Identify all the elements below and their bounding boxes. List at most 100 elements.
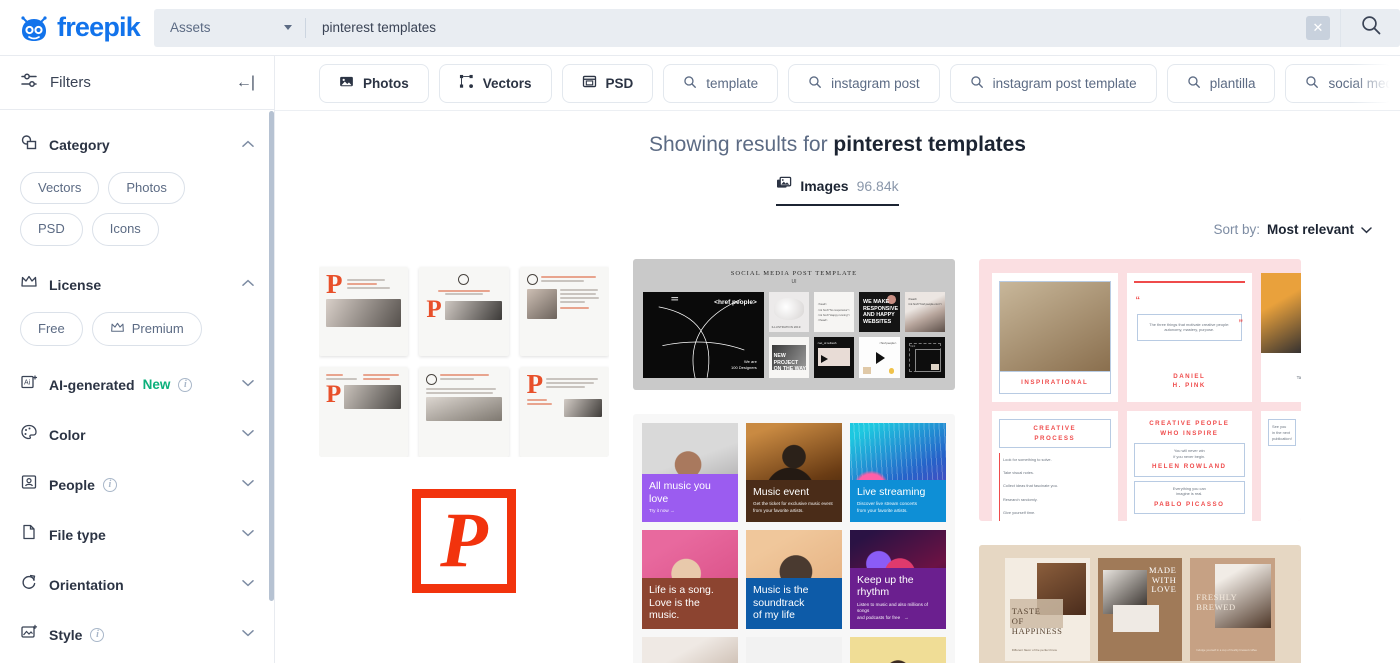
- freepik-robot-icon: [18, 12, 50, 44]
- tab-images[interactable]: Images 96.84k: [776, 175, 899, 206]
- chevron-up-icon: [242, 140, 254, 151]
- sort-control[interactable]: Sort by: Most relevant: [275, 206, 1400, 237]
- pill-icons[interactable]: Icons: [91, 213, 159, 246]
- result-card-orange-p-templates[interactable]: P P P P: [319, 259, 609, 457]
- images-stack-icon: [776, 175, 792, 196]
- filter-group-color-header[interactable]: Color: [20, 410, 254, 460]
- results-header: Showing results for pinterest templates …: [275, 111, 1400, 237]
- filter-group-people-header[interactable]: People i: [20, 460, 254, 510]
- cell-list-item: Give yourself time.: [1003, 509, 1036, 515]
- cell-note: See you in the next publication!: [1272, 424, 1292, 441]
- grid-cell: <href people>: [859, 337, 900, 378]
- filter-group-file-type: File type: [0, 510, 274, 560]
- chip-template[interactable]: template: [663, 63, 779, 103]
- chip-psd[interactable]: PSD: [561, 63, 654, 103]
- music-cell: [850, 636, 946, 663]
- psd-file-icon: [582, 74, 597, 92]
- close-icon[interactable]: ✕: [1306, 15, 1330, 40]
- music-cell-title: Keep up the rhythm: [857, 573, 914, 599]
- coffee-cell-title: MADE WITH LOVE: [1148, 565, 1177, 595]
- search-icon: [970, 75, 984, 92]
- filter-groups: Category Vectors Photos PSD Icons Licens…: [0, 110, 274, 663]
- pill-photos[interactable]: Photos: [108, 172, 185, 205]
- chip-vectors[interactable]: Vectors: [438, 63, 552, 103]
- sidebar-scrollbar-thumb[interactable]: [269, 111, 274, 601]
- results-column-2: Social Media Post Template UI <href peop…: [633, 259, 955, 663]
- svg-text:Ai: Ai: [24, 380, 31, 387]
- chip-plantilla[interactable]: plantilla: [1166, 63, 1276, 103]
- pill-vectors[interactable]: Vectors: [20, 172, 100, 205]
- sidebar-scrollbar[interactable]: [268, 111, 275, 663]
- sort-value: Most relevant: [1266, 222, 1354, 237]
- search-button[interactable]: [1340, 8, 1400, 47]
- search-icon: [1187, 75, 1201, 92]
- music-cell: All music you love Try it now →: [642, 422, 738, 522]
- filter-group-license-header[interactable]: License: [20, 260, 254, 310]
- grid-cell: <head> <nk href="No responsive"> <nk href=…: [814, 292, 855, 333]
- filter-group-orientation-header[interactable]: Orientation: [20, 560, 254, 610]
- inspirational-cell: “ ” The three things that motivate creat…: [1126, 273, 1253, 403]
- filter-group-file-type-header[interactable]: File type: [20, 510, 254, 560]
- search-input[interactable]: [305, 8, 1306, 47]
- filters-header: Filters ←|: [0, 56, 274, 110]
- music-cell-title: All music you love: [649, 480, 711, 505]
- pill-free[interactable]: Free: [20, 311, 83, 346]
- grid-cell: html: [904, 337, 945, 378]
- result-card-pinterest-logo[interactable]: P: [319, 481, 609, 593]
- result-card-social-media-post-template[interactable]: Social Media Post Template UI <href peop…: [633, 259, 955, 390]
- template-panel: P: [419, 267, 509, 357]
- chip-social-media[interactable]: social media: [1285, 63, 1394, 103]
- music-cell: Music event Get the ticket for exclusive…: [746, 422, 842, 522]
- coffee-grid: TASTE OF HAPPINESS Different flavor of the…: [1005, 557, 1275, 663]
- results-grid: P P P P P SOCIAL MEDIA POST TEMPLATE UI …: [275, 237, 1400, 663]
- cell-label: INSPIRATIONAL: [1021, 379, 1089, 387]
- info-icon[interactable]: i: [178, 377, 193, 392]
- results-column-1: P P P P P: [319, 259, 609, 593]
- search-icon: [1360, 14, 1382, 41]
- filter-group-ai-generated-header[interactable]: Ai AI-generated New i: [20, 360, 254, 410]
- chip-instagram-post[interactable]: instagram post: [788, 63, 940, 103]
- freepik-logo[interactable]: freepik: [0, 12, 154, 44]
- suggestion-chip-bar: Photos Vectors PSD template instagram po…: [275, 56, 1400, 111]
- results-title-prefix: Showing results for: [649, 133, 834, 156]
- filter-group-style-header[interactable]: Style i: [20, 610, 254, 660]
- collapse-left-icon[interactable]: ←|: [236, 74, 255, 92]
- coffee-cell-sub: Different flavor of the perfect brew: [1011, 647, 1057, 652]
- filters-sidebar: Filters ←| Category Vectors Photos PSD I…: [0, 56, 275, 663]
- inspirational-cell: CREATIVE PEOPLE WHO INSPIRE You will neve…: [1126, 411, 1253, 521]
- filter-group-color-label: Color: [49, 426, 86, 443]
- filter-group-people-label: People i: [49, 477, 117, 493]
- chip-instagram-post-template[interactable]: instagram post template: [949, 63, 1157, 103]
- grid-cell: WE MAKE RESPONSIVE AND HAPPY WEBSITES: [859, 292, 900, 333]
- cell-title: CREATIVE PROCESS: [1033, 425, 1077, 442]
- social-media-cells: ILLUSTRATION 2019 <head> <nk href="No res…: [768, 292, 945, 378]
- music-cell-title: Life is a song. Love is the music.: [649, 584, 714, 622]
- pill-psd[interactable]: PSD: [20, 213, 83, 246]
- result-card-coffee-templates[interactable]: TASTE OF HAPPINESS Different flavor of the…: [979, 544, 1301, 663]
- chip-vectors-label: Vectors: [482, 75, 532, 91]
- music-cell-title: Music is the soundtrack of my life: [753, 584, 809, 622]
- chip-photos[interactable]: Photos: [319, 63, 429, 103]
- cell-list-item: Collect ideas that fascinate you.: [1003, 483, 1058, 489]
- cell-author: PABLO PICASSO: [1154, 500, 1225, 508]
- style-label-text: Style: [49, 626, 83, 643]
- cell-author: DANIEL H. PINK: [1172, 372, 1206, 390]
- filters-title-group: Filters: [20, 71, 91, 94]
- page-title: Showing results for pinterest templates: [275, 133, 1400, 157]
- pinterest-p-letter: P: [440, 496, 488, 584]
- sliders-icon: [20, 71, 39, 94]
- chip-instagram-post-label: instagram post: [831, 75, 920, 91]
- category-icon: [20, 134, 38, 157]
- info-icon[interactable]: i: [102, 477, 117, 492]
- filter-group-category-header[interactable]: Category: [20, 120, 254, 170]
- pill-premium[interactable]: Premium: [91, 311, 202, 346]
- info-icon[interactable]: i: [90, 627, 105, 642]
- chevron-down-icon: [242, 629, 254, 640]
- filter-group-orientation-label: Orientation: [49, 576, 124, 593]
- result-card-music-templates[interactable]: All music you love Try it now → Music ev…: [633, 413, 955, 663]
- assets-dropdown[interactable]: Assets: [154, 9, 306, 47]
- chevron-down-icon: [242, 579, 254, 590]
- result-card-inspirational-templates[interactable]: INSPIRATIONAL “ ” The three things that …: [979, 259, 1301, 521]
- filter-group-category: Category Vectors Photos PSD Icons: [0, 120, 274, 260]
- inspirational-cell: Take your dreams seriously.: [1261, 273, 1301, 403]
